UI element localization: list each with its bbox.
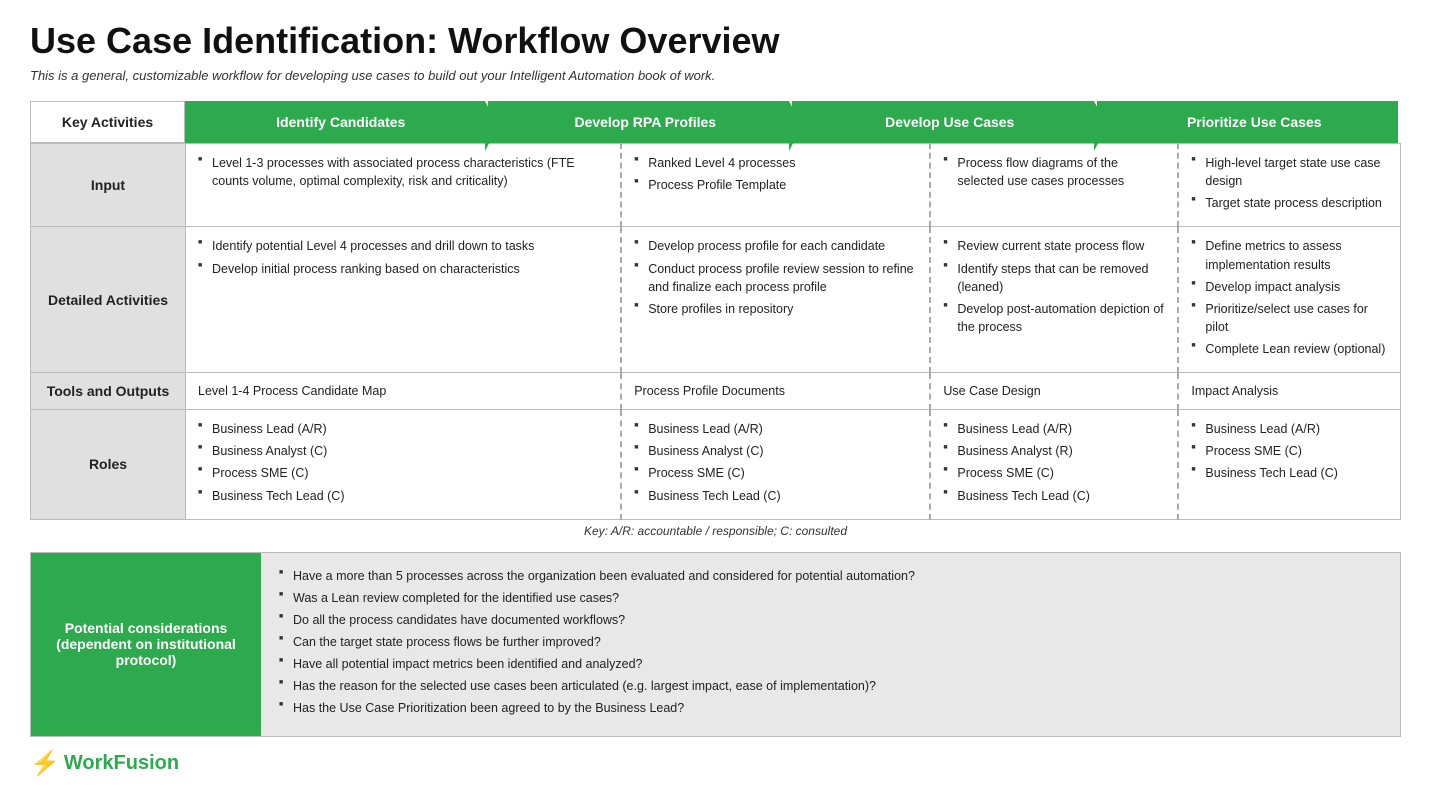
cell-1-0: Identify potential Level 4 processes and…	[186, 227, 622, 373]
consideration-item: Do all the process candidates have docum…	[279, 611, 1382, 629]
header-columns: Identify Candidates Develop RPA Profiles…	[185, 101, 1401, 143]
cell-1-1: Develop process profile for each candida…	[621, 227, 930, 373]
bullet-item: Define metrics to assess implementation …	[1191, 237, 1388, 273]
cell-2-0: Level 1-4 Process Candidate Map	[186, 373, 622, 410]
key-text: Key: A/R: accountable / responsible; C: …	[30, 520, 1401, 544]
page-title: Use Case Identification: Workflow Overvi…	[30, 20, 1401, 62]
bullet-item: Develop initial process ranking based on…	[198, 260, 608, 278]
bullet-item: Business Tech Lead (C)	[198, 487, 608, 505]
cell-3-1: Business Lead (A/R) Business Analyst (C) P…	[621, 410, 930, 520]
bullet-item: Business Analyst (R)	[943, 442, 1165, 460]
consideration-item: Have all potential impact metrics been i…	[279, 655, 1382, 673]
bullet-item: Review current state process flow	[943, 237, 1165, 255]
bullet-item: Process SME (C)	[634, 464, 917, 482]
bullet-item: Target state process description	[1191, 194, 1388, 212]
bullet-item: Business Analyst (C)	[198, 442, 608, 460]
bullet-item: Process SME (C)	[198, 464, 608, 482]
row-label-0: Input	[31, 144, 186, 227]
header-label: Key Activities	[30, 101, 185, 143]
bullet-item: Level 1-3 processes with associated proc…	[198, 154, 608, 190]
bullet-item: Process SME (C)	[1191, 442, 1388, 460]
header-col-1: Develop RPA Profiles	[488, 101, 790, 143]
consideration-item: Has the Use Case Prioritization been agr…	[279, 699, 1382, 717]
consideration-item: Has the reason for the selected use case…	[279, 677, 1382, 695]
table-row-3: Roles Business Lead (A/R) Business Analyst…	[31, 410, 1401, 520]
bullet-item: Business Lead (A/R)	[634, 420, 917, 438]
cell-1-2: Review current state process flow Identif…	[930, 227, 1178, 373]
bullet-item: Business Lead (A/R)	[198, 420, 608, 438]
consideration-item: Was a Lean review completed for the iden…	[279, 589, 1382, 607]
logo-text: WorkFusion	[64, 752, 179, 775]
cell-0-1: Ranked Level 4 processes Process Profile …	[621, 144, 930, 227]
table-row-1: Detailed Activities Identify potential Le…	[31, 227, 1401, 373]
considerations-label: Potential considerations (dependent on i…	[31, 553, 261, 736]
bullet-item: Process flow diagrams of the selected us…	[943, 154, 1165, 190]
header-col-3: Prioritize Use Cases	[1097, 101, 1399, 143]
bullet-item: Business Tech Lead (C)	[634, 487, 917, 505]
cell-0-2: Process flow diagrams of the selected us…	[930, 144, 1178, 227]
row-label-1: Detailed Activities	[31, 227, 186, 373]
bullet-item: Business Tech Lead (C)	[1191, 464, 1388, 482]
considerations-list: Have a more than 5 processes across the …	[279, 567, 1382, 718]
logo-icon: ⚡	[30, 749, 60, 778]
cell-2-2: Use Case Design	[930, 373, 1178, 410]
page-subtitle: This is a general, customizable workflow…	[30, 68, 1401, 83]
cell-3-0: Business Lead (A/R) Business Analyst (C) P…	[186, 410, 622, 520]
header-col-2: Develop Use Cases	[792, 101, 1094, 143]
bullet-item: Conduct process profile review session t…	[634, 260, 917, 296]
row-label-3: Roles	[31, 410, 186, 520]
bullet-item: Process SME (C)	[943, 464, 1165, 482]
bullet-item: Identify steps that can be removed (lean…	[943, 260, 1165, 296]
bullet-item: Develop post-automation depiction of the…	[943, 300, 1165, 336]
bullet-item: Business Analyst (C)	[634, 442, 917, 460]
bullet-item: Ranked Level 4 processes	[634, 154, 917, 172]
bullet-item: Identify potential Level 4 processes and…	[198, 237, 608, 255]
workflow-table: Input Level 1-3 processes with associated…	[30, 143, 1401, 520]
considerations-section: Potential considerations (dependent on i…	[30, 552, 1401, 737]
bullet-item: Business Tech Lead (C)	[943, 487, 1165, 505]
bullet-item: Develop process profile for each candida…	[634, 237, 917, 255]
bullet-item: Business Lead (A/R)	[1191, 420, 1388, 438]
bullet-item: Complete Lean review (optional)	[1191, 340, 1388, 358]
bullet-item: Business Lead (A/R)	[943, 420, 1165, 438]
cell-3-3: Business Lead (A/R) Process SME (C) Busine…	[1178, 410, 1400, 520]
cell-2-3: Impact Analysis	[1178, 373, 1400, 410]
bullet-item: Prioritize/select use cases for pilot	[1191, 300, 1388, 336]
bullet-item: Process Profile Template	[634, 176, 917, 194]
header-col-0: Identify Candidates	[185, 101, 485, 143]
table-row-2: Tools and OutputsLevel 1-4 Process Candi…	[31, 373, 1401, 410]
cell-2-1: Process Profile Documents	[621, 373, 930, 410]
consideration-item: Have a more than 5 processes across the …	[279, 567, 1382, 585]
cell-3-2: Business Lead (A/R) Business Analyst (R) P…	[930, 410, 1178, 520]
logo-section: ⚡ WorkFusion	[30, 749, 1401, 778]
consideration-item: Can the target state process flows be fu…	[279, 633, 1382, 651]
table-row-0: Input Level 1-3 processes with associated…	[31, 144, 1401, 227]
cell-0-3: High-level target state use case design T…	[1178, 144, 1400, 227]
row-label-2: Tools and Outputs	[31, 373, 186, 410]
bullet-item: Store profiles in repository	[634, 300, 917, 318]
workflow-header: Key Activities Identify Candidates Devel…	[30, 101, 1401, 143]
cell-0-0: Level 1-3 processes with associated proc…	[186, 144, 622, 227]
bullet-item: Develop impact analysis	[1191, 278, 1388, 296]
considerations-content: Have a more than 5 processes across the …	[261, 553, 1400, 736]
bullet-item: High-level target state use case design	[1191, 154, 1388, 190]
cell-1-3: Define metrics to assess implementation …	[1178, 227, 1400, 373]
